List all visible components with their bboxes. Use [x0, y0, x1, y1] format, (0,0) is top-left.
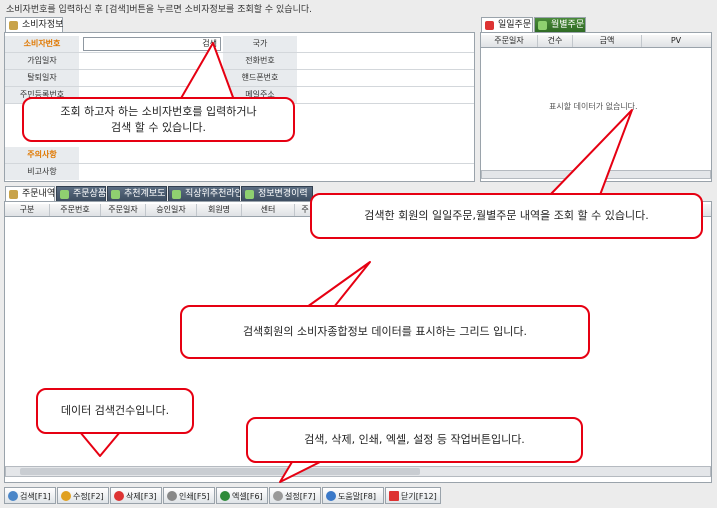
callout-buttons: 검색, 삭제, 인쇄, 엑셀, 설정 등 작업버튼입니다.	[246, 417, 583, 463]
callout-search: 조회 하고자 하는 소비자번호를 입력하거나 검색 할 수 있습니다.	[22, 97, 295, 142]
callout-grid: 검색회원의 소비자종합정보 데이터를 표시하는 그리드 입니다.	[180, 305, 590, 359]
callout-count: 데이터 검색건수입니다.	[36, 388, 194, 434]
callout-orders: 검색한 회원의 일일주문,월별주문 내역을 조회 할 수 있습니다.	[310, 193, 703, 239]
